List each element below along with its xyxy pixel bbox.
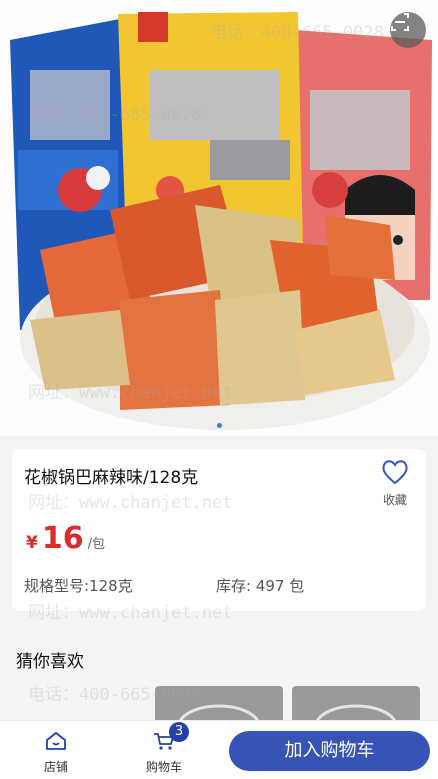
price-value: 16	[41, 521, 84, 556]
price: ¥ 16 /包	[26, 521, 105, 556]
bottom-action-bar: 店铺 3 购物车 加入购物车	[0, 720, 438, 779]
favorite-label: 收藏	[382, 493, 407, 507]
home-icon	[46, 732, 66, 750]
product-spec: 规格型号:128克	[24, 577, 133, 595]
product-info-card: 花椒锅巴麻辣味/128克 收藏 ¥ 16 /包 规格型号:128克 库存: 49…	[12, 449, 426, 611]
scan-icon	[391, 13, 409, 31]
store-label: 店铺	[43, 760, 68, 774]
product-photo	[0, 0, 438, 436]
price-unit: /包	[87, 537, 105, 552]
carousel-indicator	[0, 423, 438, 428]
product-stock: 库存: 497 包	[216, 577, 305, 595]
cart-count-badge: 3	[169, 722, 189, 742]
favorite-button[interactable]: 收藏	[374, 459, 416, 508]
scan-button[interactable]	[390, 12, 426, 48]
carousel-dot-active	[216, 423, 222, 428]
add-to-cart-button[interactable]: 加入购物车	[229, 731, 430, 771]
price-currency: ¥	[26, 533, 38, 553]
cart-button[interactable]: 3 购物车	[134, 722, 194, 775]
recommend-title: 猜你喜欢	[16, 652, 84, 672]
product-title: 花椒锅巴麻辣味/128克	[24, 468, 199, 488]
heart-icon	[382, 460, 408, 485]
store-button[interactable]: 店铺	[26, 731, 86, 775]
cart-label: 购物车	[145, 760, 182, 774]
product-image-carousel[interactable]	[0, 0, 438, 436]
